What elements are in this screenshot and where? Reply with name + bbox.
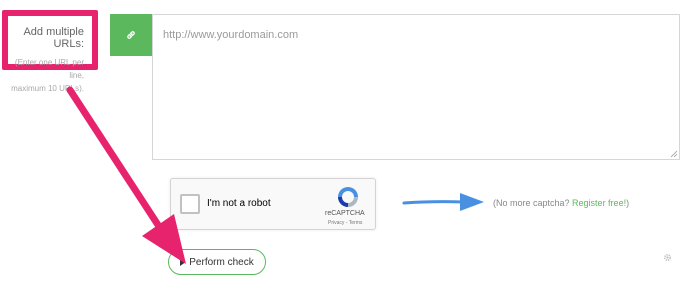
recaptcha-label: I'm not a robot [207,198,271,209]
urls-textarea[interactable] [152,14,680,160]
url-addon [110,14,152,56]
resize-handle[interactable] [668,148,678,158]
add-urls-hint-line2: maximum 10 URLs). [11,84,84,93]
add-urls-label: Add multiple URLs: [23,26,84,50]
blue-arrow-annotation [402,193,484,211]
add-urls-hint: (Enter one URL per line, maximum 10 URLs… [8,56,84,95]
add-urls-hint-line1: (Enter one URL per line, [14,58,84,80]
register-prompt-suffix: ) [626,198,630,208]
recaptcha-brand: reCAPTCHA [325,210,365,217]
register-prompt: (No more captcha? Register free!) [493,198,629,208]
recaptcha-widget: I'm not a robot reCAPTCHA Privacy - Term… [170,178,376,230]
register-link[interactable]: Register free! [572,198,626,208]
register-prompt-text: (No more captcha? [493,198,573,208]
recaptcha-checkbox[interactable] [180,194,200,214]
gear-icon[interactable] [663,253,672,262]
add-urls-label-box: Add multiple URLs: (Enter one URL per li… [2,10,98,93]
perform-check-button[interactable]: Perform check [168,249,266,275]
recaptcha-logo-icon [338,187,358,207]
recaptcha-links[interactable]: Privacy - Terms [328,220,362,226]
perform-check-label: Perform check [189,256,254,268]
link-icon [127,31,135,39]
caret-right-icon [180,258,186,266]
